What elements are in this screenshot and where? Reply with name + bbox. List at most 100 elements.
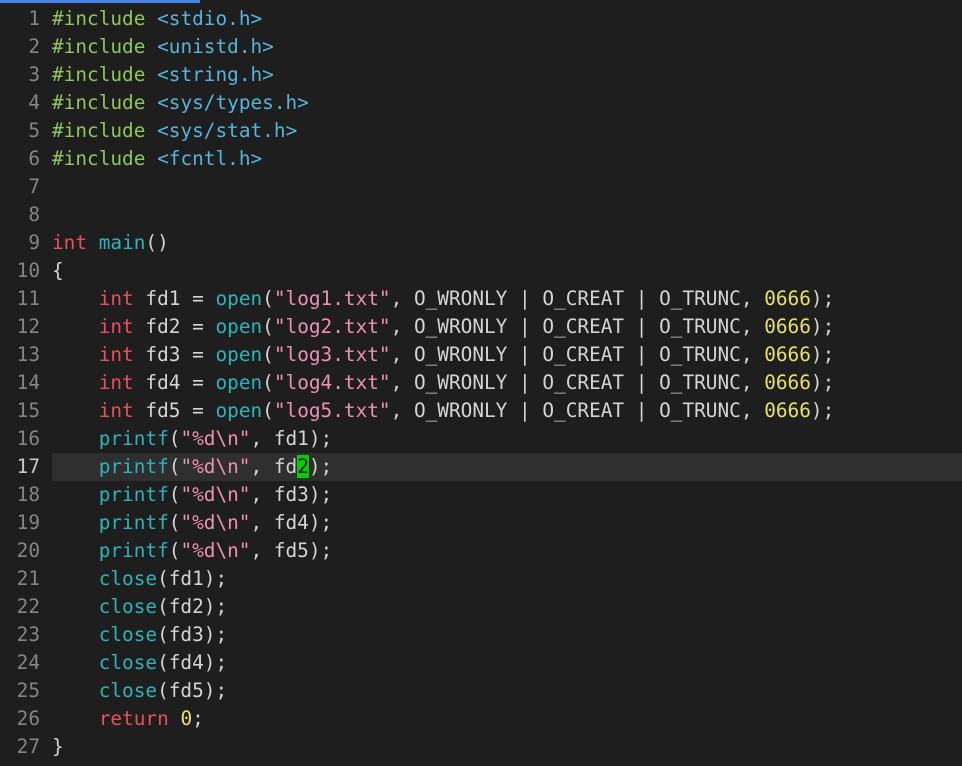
line-code[interactable]: { [52, 257, 64, 285]
line-code[interactable]: printf("%d\n", fd5); [52, 537, 333, 565]
code-token-plain: , fd4); [250, 511, 333, 534]
code-token-pre: #include [52, 91, 146, 114]
line-number: 5 [28, 119, 40, 142]
line-code[interactable]: printf("%d\n", fd1); [52, 425, 333, 453]
line-code[interactable]: #include <unistd.h> [52, 33, 274, 61]
code-token-plain: ( [262, 399, 274, 422]
code-line[interactable]: 25 close(fd5); [0, 677, 962, 705]
line-number: 20 [16, 539, 40, 562]
line-code[interactable]: printf("%d\n", fd4); [52, 509, 333, 537]
code-token-str: "log5.txt" [273, 399, 391, 422]
line-number: 17 [16, 455, 40, 478]
code-line[interactable]: 10 { [0, 257, 962, 285]
line-code[interactable]: close(fd2); [52, 593, 227, 621]
line-code[interactable]: #include <stdio.h> [52, 5, 262, 33]
line-code[interactable]: close(fd1); [52, 565, 227, 593]
line-code[interactable]: #include <sys/types.h> [52, 89, 309, 117]
line-number: 19 [16, 511, 40, 534]
line-code[interactable]: return 0; [52, 705, 204, 733]
line-number: 18 [16, 483, 40, 506]
line-code[interactable]: #include <string.h> [52, 61, 274, 89]
code-token-plain: ); [810, 315, 835, 338]
line-code[interactable]: printf("%d\n", fd3); [52, 481, 333, 509]
code-line[interactable]: 3 #include <string.h> [0, 61, 962, 89]
code-token-str: "log1.txt" [273, 287, 391, 310]
code-token-fn: close [98, 595, 158, 618]
code-token-plain: , fd3); [250, 483, 333, 506]
code-token-kw: int [52, 231, 88, 254]
code-token-fn: printf [98, 427, 169, 450]
line-code[interactable]: int fd5 = open("log5.txt", O_WRONLY | O_… [52, 397, 835, 425]
code-line[interactable]: 17 printf("%d\n", fd2); [0, 453, 962, 481]
code-line[interactable]: 8 [0, 201, 962, 229]
line-code[interactable]: #include <fcntl.h> [52, 145, 262, 173]
code-token-plain: , O_WRONLY | O_CREAT | O_TRUNC, [390, 371, 765, 394]
code-token-plain: , O_WRONLY | O_CREAT | O_TRUNC, [390, 287, 765, 310]
line-number: 22 [16, 595, 40, 618]
line-number: 8 [28, 203, 40, 226]
line-code[interactable]: int fd1 = open("log1.txt", O_WRONLY | O_… [52, 285, 835, 313]
code-token-fn: printf [98, 483, 169, 506]
code-token-plain: , fd1); [250, 427, 333, 450]
code-line[interactable]: 11 int fd1 = open("log1.txt", O_WRONLY |… [0, 285, 962, 313]
line-code[interactable]: int fd2 = open("log2.txt", O_WRONLY | O_… [52, 313, 835, 341]
code-line[interactable]: 20 printf("%d\n", fd5); [0, 537, 962, 565]
code-token-num: 0666 [764, 315, 811, 338]
code-line[interactable]: 7 [0, 173, 962, 201]
code-line[interactable]: 13 int fd3 = open("log3.txt", O_WRONLY |… [0, 341, 962, 369]
code-token-str: "%d\n" [180, 427, 251, 450]
line-number: 15 [16, 399, 40, 422]
code-token-str: "%d\n" [180, 539, 251, 562]
code-line[interactable]: 21 close(fd1); [0, 565, 962, 593]
code-token-pre: #include [52, 119, 146, 142]
code-token-plain: ); [810, 371, 835, 394]
code-token-plain: ( [168, 539, 181, 562]
code-line[interactable]: 27} [0, 733, 962, 761]
code-token-pre: #include [52, 147, 146, 170]
code-token-plain: ( [168, 483, 181, 506]
code-line[interactable]: 6 #include <fcntl.h> [0, 145, 962, 173]
code-line[interactable]: 4 #include <sys/types.h> [0, 89, 962, 117]
code-token-kw: int [98, 343, 134, 366]
code-line[interactable]: 9 int main() [0, 229, 962, 257]
code-line[interactable]: 22 close(fd2); [0, 593, 962, 621]
code-token-inc: <sys/stat.h> [157, 119, 298, 142]
code-token-fn: open [215, 287, 263, 310]
code-line[interactable]: 16 printf("%d\n", fd1); [0, 425, 962, 453]
code-line[interactable]: 18 printf("%d\n", fd3); [0, 481, 962, 509]
code-line[interactable]: 2 #include <unistd.h> [0, 33, 962, 61]
code-line[interactable]: 12 int fd2 = open("log2.txt", O_WRONLY |… [0, 313, 962, 341]
line-number: 7 [28, 175, 40, 198]
code-line[interactable]: 24 close(fd4); [0, 649, 962, 677]
code-line[interactable]: 19 printf("%d\n", fd4); [0, 509, 962, 537]
code-line[interactable]: 23 close(fd3); [0, 621, 962, 649]
code-token-plain: , fd5); [250, 539, 333, 562]
code-line[interactable]: 26 return 0; [0, 705, 962, 733]
line-code[interactable]: printf("%d\n", fd2); [52, 453, 332, 481]
code-token-plain: ( [262, 287, 274, 310]
line-code[interactable]: close(fd3); [52, 621, 227, 649]
code-line[interactable]: 14 int fd4 = open("log4.txt", O_WRONLY |… [0, 369, 962, 397]
line-code[interactable]: } [52, 733, 64, 761]
code-editor[interactable]: 1 #include <stdio.h> 2 #include <unistd.h> 3… [0, 5, 962, 761]
code-token-plain: ); [810, 343, 835, 366]
code-line[interactable]: 15 int fd5 = open("log5.txt", O_WRONLY |… [0, 397, 962, 425]
code-token-inc: <fcntl.h> [157, 147, 263, 170]
line-number: 11 [16, 287, 40, 310]
line-code[interactable]: int main() [52, 229, 169, 257]
line-code[interactable]: int fd3 = open("log3.txt", O_WRONLY | O_… [52, 341, 835, 369]
code-line[interactable]: 1 #include <stdio.h> [0, 5, 962, 33]
line-number: 13 [16, 343, 40, 366]
line-code[interactable]: #include <sys/stat.h> [52, 117, 297, 145]
line-code[interactable]: close(fd4); [52, 649, 227, 677]
line-code[interactable]: int fd4 = open("log4.txt", O_WRONLY | O_… [52, 369, 835, 397]
code-token-kw: int [98, 399, 134, 422]
line-code[interactable]: close(fd5); [52, 677, 227, 705]
code-line[interactable]: 5 #include <sys/stat.h> [0, 117, 962, 145]
